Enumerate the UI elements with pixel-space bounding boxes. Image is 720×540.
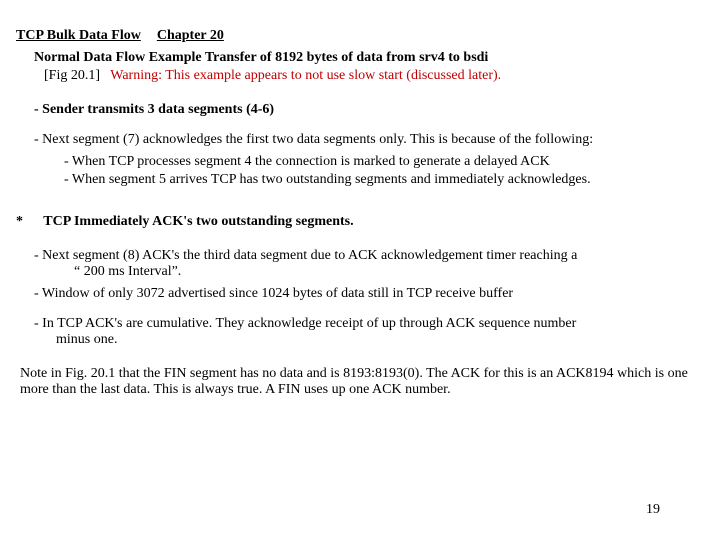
fig-ref: [Fig 20.1] bbox=[44, 68, 100, 83]
page-number: 19 bbox=[646, 502, 660, 518]
seg7-sub1: - When TCP processes segment 4 the conne… bbox=[76, 154, 704, 170]
star-mark: * bbox=[16, 214, 40, 230]
cumulative-a: - In TCP ACK's are cumulative. They ackn… bbox=[34, 316, 576, 331]
seg8-line: - Next segment (8) ACK's the third data … bbox=[34, 248, 704, 280]
fig-warning-line: [Fig 20.1] Warning: This example appears… bbox=[44, 68, 704, 84]
page-title: TCP Bulk Data Flow Chapter 20 bbox=[16, 28, 704, 44]
section-sender-transmits: - Sender transmits 3 data segments (4-6) bbox=[34, 102, 704, 118]
star-text: TCP Immediately ACK's two outstanding se… bbox=[43, 214, 353, 229]
cumulative-line: - In TCP ACK's are cumulative. They ackn… bbox=[34, 316, 704, 348]
seg8-a: - Next segment (8) ACK's the third data … bbox=[34, 248, 577, 263]
window-line: - Window of only 3072 advertised since 1… bbox=[34, 286, 704, 302]
seg8-b: “ 200 ms Interval”. bbox=[74, 264, 704, 280]
subtitle: Normal Data Flow Example Transfer of 819… bbox=[34, 50, 704, 66]
footer-note: Note in Fig. 20.1 that the FIN segment h… bbox=[20, 366, 700, 398]
cumulative-b: minus one. bbox=[56, 332, 704, 348]
title-chapter: Chapter 20 bbox=[157, 28, 224, 43]
seg7-sub2: - When segment 5 arrives TCP has two out… bbox=[76, 172, 704, 188]
warning-text: Warning: This example appears to not use… bbox=[110, 68, 501, 83]
star-line: * TCP Immediately ACK's two outstanding … bbox=[16, 214, 704, 230]
slide-page: TCP Bulk Data Flow Chapter 20 Normal Data… bbox=[0, 0, 720, 414]
seg7-line: - Next segment (7) acknowledges the firs… bbox=[34, 132, 704, 148]
title-main: TCP Bulk Data Flow bbox=[16, 28, 141, 43]
